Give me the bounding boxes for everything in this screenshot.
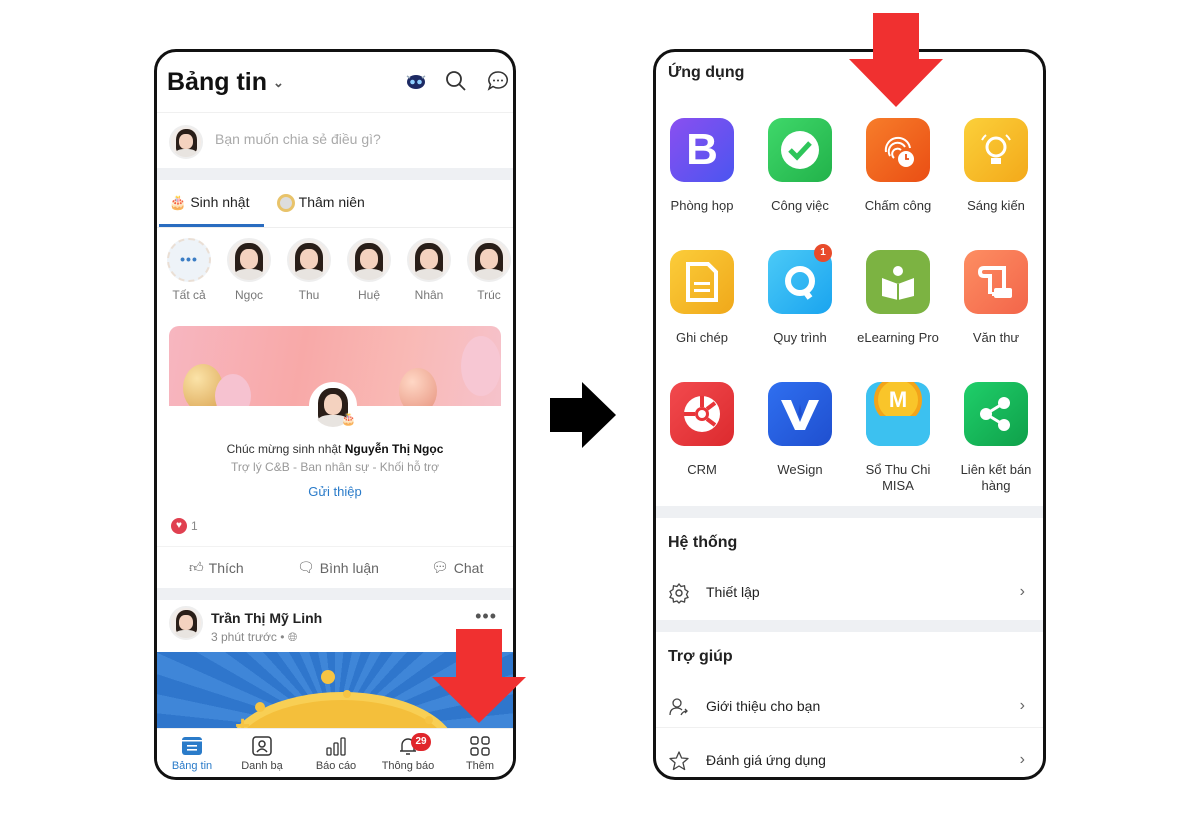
wesign-icon — [768, 382, 832, 446]
menu-item-rate-app[interactable]: Đánh giá ứng dụng › — [656, 742, 1043, 777]
send-card-link[interactable]: Gửi thiệp — [169, 484, 501, 499]
annotation-arrow-down-icon — [849, 13, 943, 107]
birthday-person[interactable]: Huệ — [343, 238, 395, 302]
task-check-icon — [768, 118, 832, 182]
chat-icon: 💬︎ — [431, 559, 449, 575]
birthday-person[interactable]: Thu — [283, 238, 335, 302]
help-section-title: Trợ giúp — [668, 648, 733, 665]
chevron-right-icon: › — [1019, 583, 1025, 600]
apps-section-title: Ứng dụng — [668, 64, 745, 81]
app-timekeeping[interactable]: Chấm công — [852, 118, 944, 214]
nav-notifications[interactable]: Thông báo 29 — [373, 733, 443, 772]
nav-reports[interactable]: Báo cáo — [301, 735, 371, 772]
scroll-icon — [964, 250, 1028, 314]
bot-icon[interactable] — [405, 70, 427, 92]
comment-button[interactable]: 🗨︎ Bình luận — [297, 559, 379, 576]
post-actions: 👍︎ Thích 🗨︎ Bình luận 💬︎ Chat — [157, 546, 513, 588]
crm-icon — [670, 382, 734, 446]
avatar — [467, 238, 511, 282]
chat-button[interactable]: 💬︎ Chat — [431, 559, 483, 576]
like-button[interactable]: 👍︎ Thích — [189, 559, 244, 576]
more-apps-screen: Ứng dụng B Phòng họp Công việc Chấm công … — [653, 49, 1046, 780]
globe-icon: 🌐︎ — [287, 630, 298, 644]
chat-icon[interactable] — [487, 70, 509, 92]
more-icon: ••• — [167, 238, 211, 282]
compose-placeholder: Bạn muốn chia sẻ điều gì? — [215, 131, 381, 147]
cake-icon: 🎂 — [341, 412, 356, 426]
app-notes[interactable]: Ghi chép — [656, 250, 748, 346]
compose-box[interactable]: Bạn muốn chia sẻ điều gì? — [157, 112, 513, 168]
fingerprint-clock-icon — [866, 118, 930, 182]
heart-icon: ♥ — [171, 518, 187, 534]
post-author[interactable]: Trần Thị Mỹ Linh — [211, 610, 322, 626]
note-icon — [670, 250, 734, 314]
app-wesign[interactable]: WeSign — [754, 382, 846, 478]
avatar — [407, 238, 451, 282]
notification-badge: 29 — [411, 733, 431, 751]
app-sales-link[interactable]: Liên kết bán hàng — [950, 382, 1042, 494]
lightbulb-icon — [964, 118, 1028, 182]
bell-icon — [373, 735, 443, 757]
meeting-room-icon: B — [670, 118, 734, 182]
birthday-person[interactable]: Nhân — [403, 238, 455, 302]
app-crm[interactable]: CRM — [656, 382, 748, 478]
system-section-title: Hệ thống — [668, 534, 738, 551]
misa-coin-icon: M — [866, 382, 930, 446]
birthday-person[interactable]: Ngọc — [223, 238, 275, 302]
avatar — [347, 238, 391, 282]
elearning-icon — [866, 250, 930, 314]
menu-item-settings[interactable]: Thiết lập › — [656, 574, 1043, 614]
nav-contacts[interactable]: Danh bạ — [227, 735, 297, 772]
transition-arrow-right-icon — [550, 382, 616, 448]
birthday-role: Trợ lý C&B - Ban nhân sự - Khối hỗ trợ — [230, 460, 440, 474]
birthday-person[interactable]: Trúc — [463, 238, 513, 302]
cake-icon: 🎂 — [169, 194, 187, 210]
app-process[interactable]: 1 Quy trình — [754, 244, 846, 346]
tab-seniority[interactable]: Thâm niên — [277, 194, 365, 213]
birthday-greeting: Chúc mừng sinh nhật Nguyễn Thị Ngọc — [226, 442, 444, 456]
app-ideas[interactable]: Sáng kiến — [950, 118, 1042, 214]
newsfeed-icon — [157, 735, 227, 757]
page-title[interactable]: Bảng tin ⌄ — [167, 68, 284, 97]
medal-icon — [277, 194, 295, 213]
active-tab-indicator — [159, 224, 264, 227]
app-documents[interactable]: Văn thư — [950, 250, 1042, 346]
gear-icon — [668, 582, 690, 604]
reaction-summary[interactable]: ♥ 1 — [171, 518, 198, 534]
nav-newsfeed[interactable]: Bảng tin — [157, 735, 227, 772]
share-icon — [964, 382, 1028, 446]
refer-user-icon — [668, 696, 690, 718]
contacts-icon — [227, 735, 297, 757]
chevron-down-icon: ⌄ — [273, 75, 284, 91]
annotation-arrow-down-icon — [432, 629, 526, 723]
app-tasks[interactable]: Công việc — [754, 118, 846, 214]
chevron-right-icon: › — [1019, 751, 1025, 768]
menu-item-refer[interactable]: Giới thiệu cho bạn › — [656, 688, 1043, 728]
birthday-people-list: ••• Tất cả Ngọc Thu Huệ Nhân Trúc — [157, 238, 513, 308]
search-icon[interactable] — [445, 70, 467, 92]
avatar — [287, 238, 331, 282]
app-misa-cashbook[interactable]: M Sổ Thu Chi MISA — [852, 382, 944, 494]
report-icon — [301, 735, 371, 757]
app-elearning[interactable]: eLearning Pro — [852, 250, 944, 346]
grid-icon — [445, 735, 513, 757]
more-options-button[interactable]: ••• — [475, 606, 497, 627]
avatar — [227, 238, 271, 282]
star-icon — [668, 750, 690, 772]
nav-more[interactable]: Thêm — [445, 735, 513, 772]
bottom-navigation: Bảng tin Danh bạ Báo cáo Thông báo 29 Th… — [157, 728, 513, 777]
avatar — [169, 125, 203, 159]
avatar[interactable] — [169, 606, 203, 640]
thumbs-up-icon: 👍︎ — [189, 559, 204, 575]
app-meeting-room[interactable]: B Phòng họp — [656, 118, 748, 214]
birthday-person-all[interactable]: ••• Tất cả — [163, 238, 215, 302]
birthday-tabs: 🎂 Sinh nhật Thâm niên — [157, 180, 513, 228]
tab-birthday[interactable]: 🎂 Sinh nhật — [169, 194, 250, 211]
chevron-right-icon: › — [1019, 697, 1025, 714]
post-time: 3 phút trước • 🌐︎ — [211, 630, 298, 644]
comment-icon: 🗨︎ — [297, 559, 315, 575]
app-badge: 1 — [814, 244, 832, 262]
birthday-card: 🎂 Chúc mừng sinh nhật Nguyễn Thị Ngọc Tr… — [169, 326, 501, 526]
